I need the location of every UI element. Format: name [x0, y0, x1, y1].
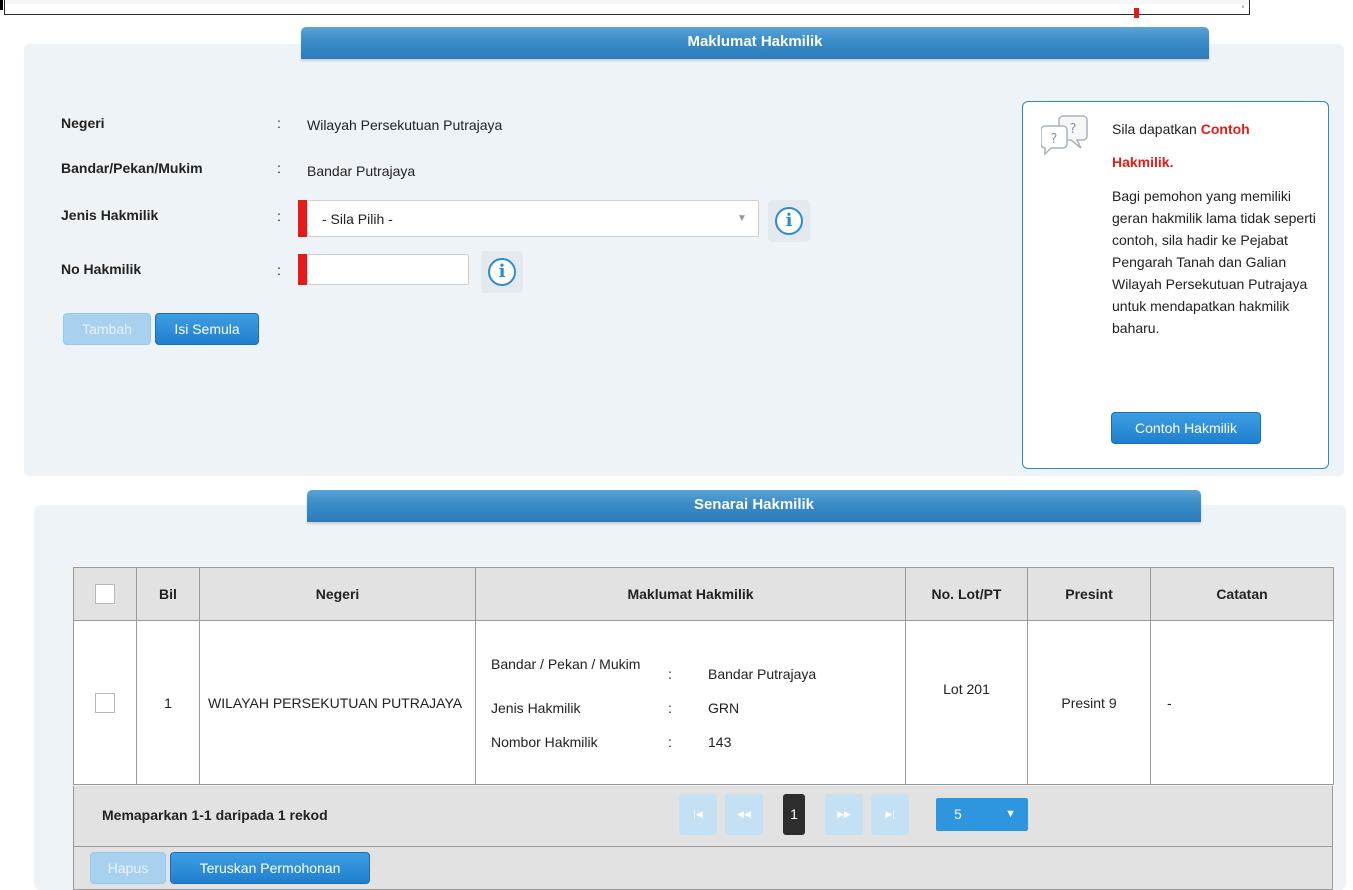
detail-value-nombor: 143 [708, 733, 732, 750]
row-negeri: WILAYAH PERSEKUTUAN PUTRAJAYA [199, 620, 476, 785]
required-marker [298, 254, 307, 285]
detail-sep: : [668, 733, 672, 750]
maklumat-hakmilik-header: Maklumat Hakmilik [301, 27, 1209, 59]
bandar-label: Bandar/Pekan/Mukim [61, 160, 203, 176]
contoh-hakmilik-button[interactable]: Contoh Hakmilik [1111, 412, 1261, 444]
help-highlight: Hakmilik. [1112, 154, 1174, 170]
next-page-button[interactable]: ▶▶ [825, 794, 863, 835]
negeri-colon: : [277, 115, 281, 131]
top-marker-text: ' [1242, 4, 1245, 16]
info-icon[interactable]: i [768, 200, 810, 242]
help-lead-text: Sila dapatkan Contoh [1112, 121, 1250, 137]
row-maklumat: Bandar / Pekan / Mukim : Bandar Putrajay… [475, 620, 906, 785]
detail-value-jenis: GRN [708, 699, 740, 716]
left-edge-marker [0, 0, 3, 10]
jenis-hakmilik-selected: - Sila Pilih - [322, 211, 393, 227]
detail-label-nombor: Nombor Hakmilik [491, 733, 598, 750]
chevron-down-icon: ▼ [737, 213, 747, 224]
row-presint: Presint 9 [1027, 620, 1151, 785]
info-icon[interactable]: i [481, 251, 523, 293]
column-header-presint: Presint [1027, 567, 1151, 621]
svg-text:?: ? [1051, 132, 1058, 147]
jenis-hakmilik-label: Jenis Hakmilik [61, 207, 159, 223]
tambah-button[interactable]: Tambah [63, 313, 151, 345]
row-checkbox[interactable] [95, 692, 115, 713]
table-row: 1 WILAYAH PERSEKUTUAN PUTRAJAYA Bandar /… [73, 620, 1334, 785]
row-bil: 1 [136, 620, 200, 785]
last-page-button[interactable]: ▶| [871, 794, 909, 835]
hakmilik-table: Bil Negeri Maklumat Hakmilik No. Lot/PT … [73, 567, 1334, 785]
no-hakmilik-colon: : [277, 262, 281, 278]
bandar-value: Bandar Putrajaya [307, 163, 416, 179]
help-highlight: Contoh [1200, 121, 1250, 137]
negeri-label: Negeri [61, 115, 105, 131]
row-select-cell [73, 620, 137, 785]
no-hakmilik-label: No Hakmilik [61, 261, 142, 277]
svg-text:?: ? [1070, 122, 1077, 137]
required-marker [298, 200, 307, 237]
hapus-button[interactable]: Hapus [90, 852, 166, 884]
detail-value-bandar: Bandar Putrajaya [708, 665, 817, 682]
detail-label-jenis: Jenis Hakmilik [491, 699, 581, 716]
detail-label-bandar: Bandar / Pekan / Mukim [491, 655, 641, 672]
table-action-bar: Hapus Teruskan Permohonan [73, 847, 1333, 890]
isi-semula-button[interactable]: Isi Semula [155, 313, 259, 345]
record-count-text: Memaparkan 1-1 daripada 1 rekod [102, 807, 328, 823]
column-header-catatan: Catatan [1150, 567, 1334, 621]
page-size-select[interactable]: 5 ▼ [936, 798, 1028, 831]
select-all-checkbox[interactable] [95, 584, 115, 604]
help-box: ? ? Sila dapatkan Contoh Hakmilik. Bagi … [1022, 101, 1329, 469]
jenis-hakmilik-colon: : [277, 208, 281, 224]
detail-sep: : [668, 665, 672, 682]
table-footer: Memaparkan 1-1 daripada 1 rekod |◀ ◀◀ 1 … [73, 786, 1333, 847]
select-all-header [73, 567, 137, 621]
top-frame-bar [4, 0, 1250, 15]
help-question-icon: ? ? [1041, 115, 1088, 156]
red-indicator [1134, 8, 1139, 18]
jenis-hakmilik-select[interactable]: - Sila Pilih - ▼ [307, 200, 759, 237]
detail-sep: : [668, 699, 672, 716]
negeri-value: Wilayah Persekutuan Putrajaya [307, 117, 503, 133]
page-size-value: 5 [954, 806, 962, 822]
table-header-row: Bil Negeri Maklumat Hakmilik No. Lot/PT … [73, 567, 1334, 621]
teruskan-permohonan-button[interactable]: Teruskan Permohonan [170, 852, 370, 884]
bandar-colon: : [277, 160, 281, 176]
row-catatan: - [1150, 620, 1334, 785]
column-header-negeri: Negeri [199, 567, 476, 621]
column-header-lot: No. Lot/PT [905, 567, 1028, 621]
hakmilik-table-wrap: Bil Negeri Maklumat Hakmilik No. Lot/PT … [73, 567, 1334, 785]
first-page-button[interactable]: |◀ [679, 794, 717, 835]
row-lot: Lot 201 [905, 620, 1028, 785]
chevron-down-icon: ▼ [1005, 808, 1016, 820]
no-hakmilik-input[interactable] [307, 254, 469, 285]
column-header-maklumat: Maklumat Hakmilik [475, 567, 906, 621]
current-page-button[interactable]: 1 [783, 794, 805, 835]
senarai-hakmilik-header: Senarai Hakmilik [307, 490, 1201, 522]
prev-page-button[interactable]: ◀◀ [725, 794, 763, 835]
help-body-text: Bagi pemohon yang memiliki geran hakmili… [1112, 188, 1316, 336]
column-header-bil: Bil [136, 567, 200, 621]
